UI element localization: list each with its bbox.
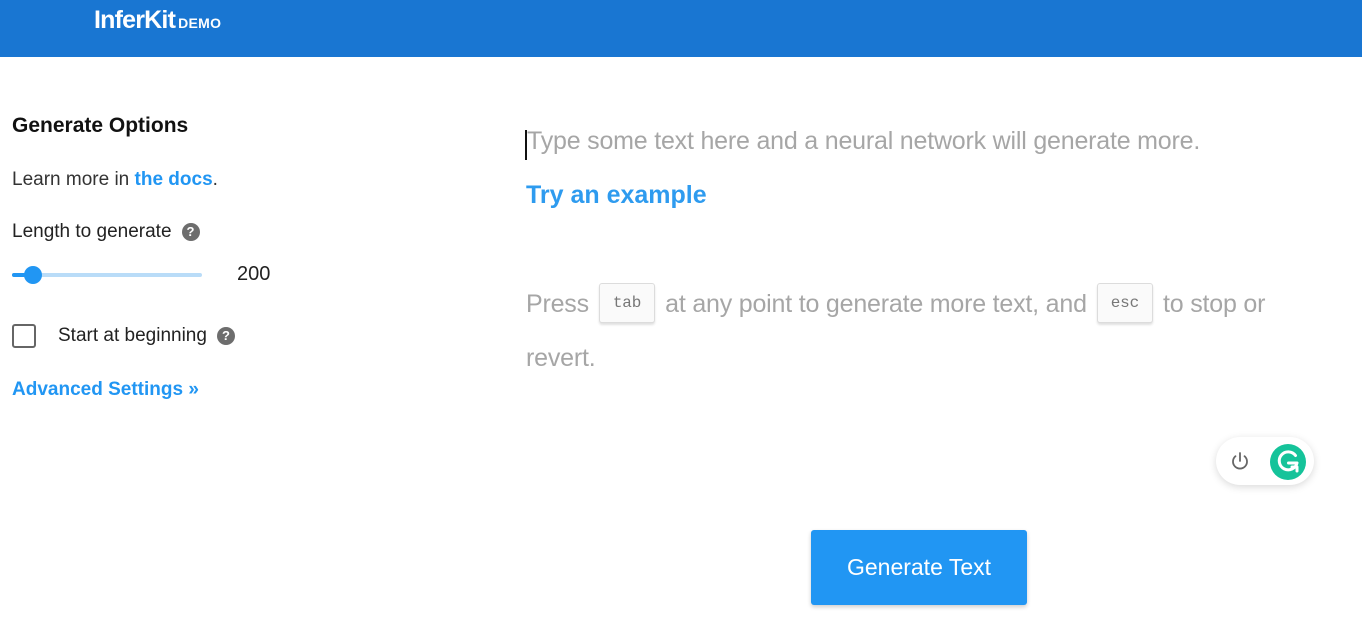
slider-thumb[interactable] — [23, 266, 42, 284]
help-icon[interactable]: ? — [181, 223, 200, 241]
learn-more-text: Learn more in the docs. — [12, 169, 218, 191]
brand-tag: DEMO — [178, 15, 222, 31]
hint-middle: at any point to generate more text, and — [665, 290, 1087, 318]
start-at-beginning-checkbox[interactable] — [12, 324, 36, 348]
advanced-settings-link[interactable]: Advanced Settings » — [12, 379, 199, 401]
try-example-link[interactable]: Try an example — [526, 181, 707, 210]
docs-link[interactable]: the docs — [135, 169, 213, 190]
hint-press: Press — [526, 290, 589, 318]
learn-prefix: Learn more in — [12, 169, 135, 190]
keyboard-hint: Press tab at any point to generate more te… — [526, 277, 1326, 385]
grammarly-g-icon[interactable] — [1270, 444, 1306, 480]
length-value: 200 — [237, 263, 271, 285]
learn-suffix: . — [212, 169, 218, 190]
brand-logo[interactable]: InferKit DEMO — [94, 6, 221, 35]
power-icon[interactable] — [1229, 450, 1251, 472]
brand-name: InferKit — [94, 6, 176, 34]
start-at-beginning-row: Start at beginning ? — [12, 324, 235, 348]
start-at-beginning-label[interactable]: Start at beginning — [58, 325, 207, 347]
editor-placeholder[interactable]: Type some text here and a neural network… — [527, 127, 1200, 156]
generate-text-button[interactable]: Generate Text — [811, 530, 1027, 605]
length-label: Length to generate ? — [12, 221, 200, 243]
length-label-text: Length to generate — [12, 221, 172, 242]
grammarly-widget[interactable] — [1216, 437, 1314, 485]
esc-key: esc — [1096, 283, 1153, 324]
length-slider[interactable] — [12, 266, 202, 284]
help-icon[interactable]: ? — [216, 327, 235, 345]
options-title: Generate Options — [12, 114, 189, 137]
tab-key: tab — [598, 283, 656, 324]
top-bar: InferKit DEMO — [0, 0, 1362, 57]
